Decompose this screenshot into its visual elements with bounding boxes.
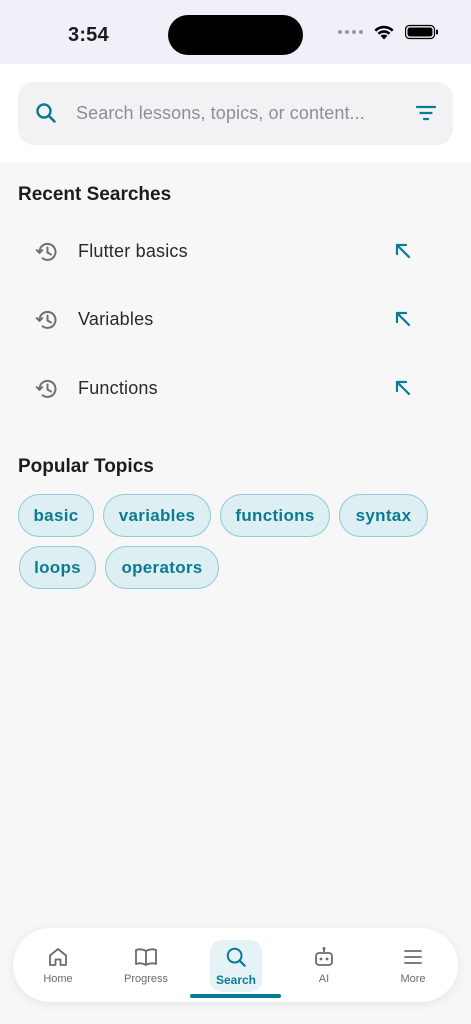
- topic-chip-functions[interactable]: functions: [220, 494, 330, 537]
- recent-search-item[interactable]: Variables: [18, 290, 438, 350]
- popular-topics-title: Popular Topics: [18, 456, 154, 477]
- robot-icon: [315, 947, 333, 966]
- north-west-arrow-icon[interactable]: [392, 377, 414, 399]
- nav-ai[interactable]: AI: [289, 928, 359, 1002]
- nav-home-label: Home: [43, 973, 73, 985]
- recent-searches-title: Recent Searches: [18, 184, 172, 205]
- dynamic-island: [168, 15, 303, 55]
- topic-chip-syntax[interactable]: syntax: [339, 494, 428, 537]
- bottom-navigation: Home Progress Search AI More: [13, 928, 458, 1002]
- nav-more-label: More: [400, 973, 426, 985]
- search-bar[interactable]: Search lessons, topics, or content...: [18, 82, 453, 145]
- search-header: Search lessons, topics, or content...: [0, 64, 471, 162]
- search-icon: [36, 103, 56, 123]
- signal-dots-icon: [338, 30, 363, 34]
- north-west-arrow-icon[interactable]: [392, 308, 414, 330]
- recent-search-label: Variables: [78, 309, 154, 329]
- history-icon: [35, 379, 57, 398]
- menu-icon: [404, 950, 422, 964]
- history-icon: [35, 310, 57, 329]
- book-icon: [135, 948, 157, 966]
- nav-ai-label: AI: [318, 973, 330, 985]
- wifi-icon: [374, 25, 394, 40]
- history-icon: [35, 242, 57, 261]
- north-west-arrow-icon[interactable]: [392, 240, 414, 262]
- nav-search-label: Search: [215, 973, 257, 987]
- nav-search[interactable]: Search: [201, 928, 271, 1002]
- topic-chip-loops[interactable]: loops: [19, 546, 96, 589]
- status-icons: [338, 24, 439, 40]
- battery-icon: [405, 24, 438, 40]
- nav-more[interactable]: More: [378, 928, 448, 1002]
- status-time: 3:54: [68, 24, 109, 46]
- topic-chip-variables[interactable]: variables: [103, 494, 211, 537]
- status-bar: 3:54: [0, 0, 471, 64]
- search-icon: [226, 947, 246, 967]
- recent-search-label: Flutter basics: [78, 241, 188, 261]
- filter-icon[interactable]: [415, 103, 437, 123]
- topic-chip-operators[interactable]: operators: [105, 546, 219, 589]
- recent-search-label: Functions: [78, 378, 158, 398]
- nav-progress-label: Progress: [123, 973, 169, 985]
- home-icon: [49, 948, 67, 966]
- recent-search-item[interactable]: Functions: [18, 359, 438, 419]
- nav-home[interactable]: Home: [23, 928, 93, 1002]
- nav-progress[interactable]: Progress: [111, 928, 181, 1002]
- topic-chip-basic[interactable]: basic: [18, 494, 94, 537]
- recent-search-item[interactable]: Flutter basics: [18, 222, 438, 282]
- search-input[interactable]: Search lessons, topics, or content...: [76, 103, 365, 124]
